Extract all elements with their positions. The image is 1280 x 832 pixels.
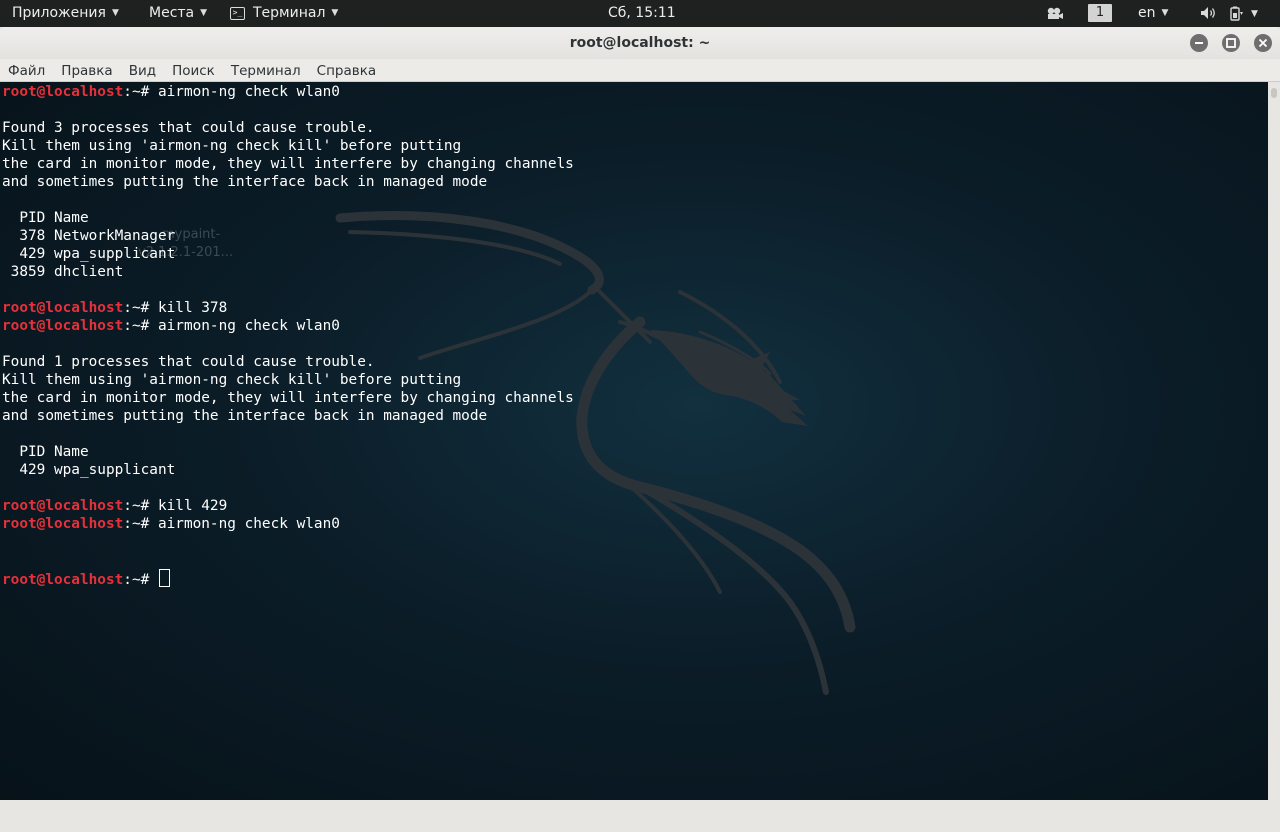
clock-label: Сб, 15:11 xyxy=(608,5,676,21)
chevron-down-icon: ▼ xyxy=(331,8,339,18)
output-line: PID Name xyxy=(2,444,89,460)
prompt-suffix: :~# xyxy=(123,84,158,100)
chevron-down-icon: ▼ xyxy=(200,8,208,18)
output-line: 429 wpa_supplicant xyxy=(2,462,176,478)
window-title: root@localhost: ~ xyxy=(569,35,711,51)
prompt-user: root@localhost xyxy=(2,318,124,334)
prompt-line: root@localhost:~# kill 429 xyxy=(2,497,574,515)
keyboard-layout-menu[interactable]: en ▼ xyxy=(1138,0,1168,27)
terminal-app-label: Терминал xyxy=(253,5,326,21)
prompt-line: root@localhost:~# kill 378 xyxy=(2,299,574,317)
chevron-down-icon: ▼ xyxy=(111,8,119,18)
output-line: Found 1 processes that could cause troub… xyxy=(2,354,375,370)
command-text: airmon-ng check wlan0 xyxy=(157,84,340,100)
close-icon xyxy=(1258,38,1268,48)
menu-terminal[interactable]: Терминал xyxy=(223,59,309,81)
menu-view[interactable]: Вид xyxy=(121,59,164,81)
terminal-text: root@localhost:~# airmon-ng check wlan0 F… xyxy=(2,83,574,588)
menu-help[interactable]: Справка xyxy=(309,59,384,81)
prompt-suffix: :~# xyxy=(123,516,158,532)
chevron-down-icon: ▼ xyxy=(1161,8,1169,18)
prompt-user: root@localhost xyxy=(2,84,124,100)
minimize-button[interactable] xyxy=(1190,34,1208,52)
prompt-suffix: :~# xyxy=(123,572,158,588)
bottom-bar xyxy=(0,800,1280,832)
command-text: kill 378 xyxy=(157,300,228,316)
prompt-suffix: :~# xyxy=(123,498,158,514)
prompt-suffix: :~# xyxy=(123,300,158,316)
places-menu[interactable]: Места ▼ xyxy=(149,0,207,27)
output-line: and sometimes putting the interface back… xyxy=(2,174,488,190)
command-text: airmon-ng check wlan0 xyxy=(157,318,340,334)
scrollbar[interactable] xyxy=(1268,82,1280,800)
prompt-suffix: :~# xyxy=(123,318,158,334)
workspace-indicator[interactable]: 1 xyxy=(1088,4,1112,22)
menu-search[interactable]: Поиск xyxy=(164,59,223,81)
output-line: 3859 dhclient xyxy=(2,264,124,280)
maximize-button[interactable] xyxy=(1222,34,1240,52)
prompt-user: root@localhost xyxy=(2,300,124,316)
output-line: 378 NetworkManager xyxy=(2,228,176,244)
prompt-line: root@localhost:~# airmon-ng check wlan0 xyxy=(2,317,574,335)
menu-file[interactable]: Файл xyxy=(0,59,53,81)
prompt-line: root@localhost:~# airmon-ng check wlan0 xyxy=(2,515,574,533)
terminal-window: root@localhost: ~ Файл Правка Вид Поиск … xyxy=(0,27,1280,800)
places-label: Места xyxy=(149,5,195,21)
keyboard-layout-label: en xyxy=(1138,5,1156,21)
terminal-output-area[interactable]: mypaint- v2.1.2.1-201... root@localhost:… xyxy=(0,82,1268,800)
output-line: PID Name xyxy=(2,210,89,226)
output-line: the card in monitor mode, they will inte… xyxy=(2,390,574,406)
menu-bar: Файл Правка Вид Поиск Терминал Справка xyxy=(0,59,1280,82)
output-line: 429 wpa_supplicant xyxy=(2,246,176,262)
prompt-user: root@localhost xyxy=(2,498,124,514)
volume-icon[interactable] xyxy=(1200,6,1218,20)
command-text: kill 429 xyxy=(157,498,228,514)
output-line: Kill them using 'airmon-ng check kill' b… xyxy=(2,372,462,388)
close-button[interactable] xyxy=(1254,34,1272,52)
maximize-icon xyxy=(1226,38,1236,48)
terminal-app-menu[interactable]: >_ Терминал ▼ xyxy=(230,0,338,27)
terminal-icon: >_ xyxy=(230,7,245,20)
scrollbar-thumb[interactable] xyxy=(1271,88,1277,98)
output-line: Kill them using 'airmon-ng check kill' b… xyxy=(2,138,462,154)
prompt-line: root@localhost:~# airmon-ng check wlan0 xyxy=(2,83,574,101)
output-line: the card in monitor mode, they will inte… xyxy=(2,156,574,172)
power-icon[interactable] xyxy=(1228,6,1244,22)
menu-edit[interactable]: Правка xyxy=(53,59,120,81)
applications-label: Приложения xyxy=(12,5,106,21)
command-text: airmon-ng check wlan0 xyxy=(157,516,340,532)
output-line: and sometimes putting the interface back… xyxy=(2,408,488,424)
prompt-user: root@localhost xyxy=(2,516,124,532)
output-line: Found 3 processes that could cause troub… xyxy=(2,120,375,136)
clock[interactable]: Сб, 15:11 xyxy=(608,0,676,27)
prompt-line: root@localhost:~# xyxy=(2,569,574,588)
applications-menu[interactable]: Приложения ▼ xyxy=(12,0,119,27)
top-panel: Приложения ▼ Места ▼ >_ Терминал ▼ Сб, 1… xyxy=(0,0,1280,27)
text-cursor xyxy=(158,569,170,587)
prompt-user: root@localhost xyxy=(2,572,124,588)
chevron-down-icon[interactable]: ▼ xyxy=(1251,9,1258,19)
minimize-icon xyxy=(1195,42,1203,44)
title-bar[interactable]: root@localhost: ~ xyxy=(0,27,1280,59)
video-camera-icon[interactable] xyxy=(1046,6,1064,20)
